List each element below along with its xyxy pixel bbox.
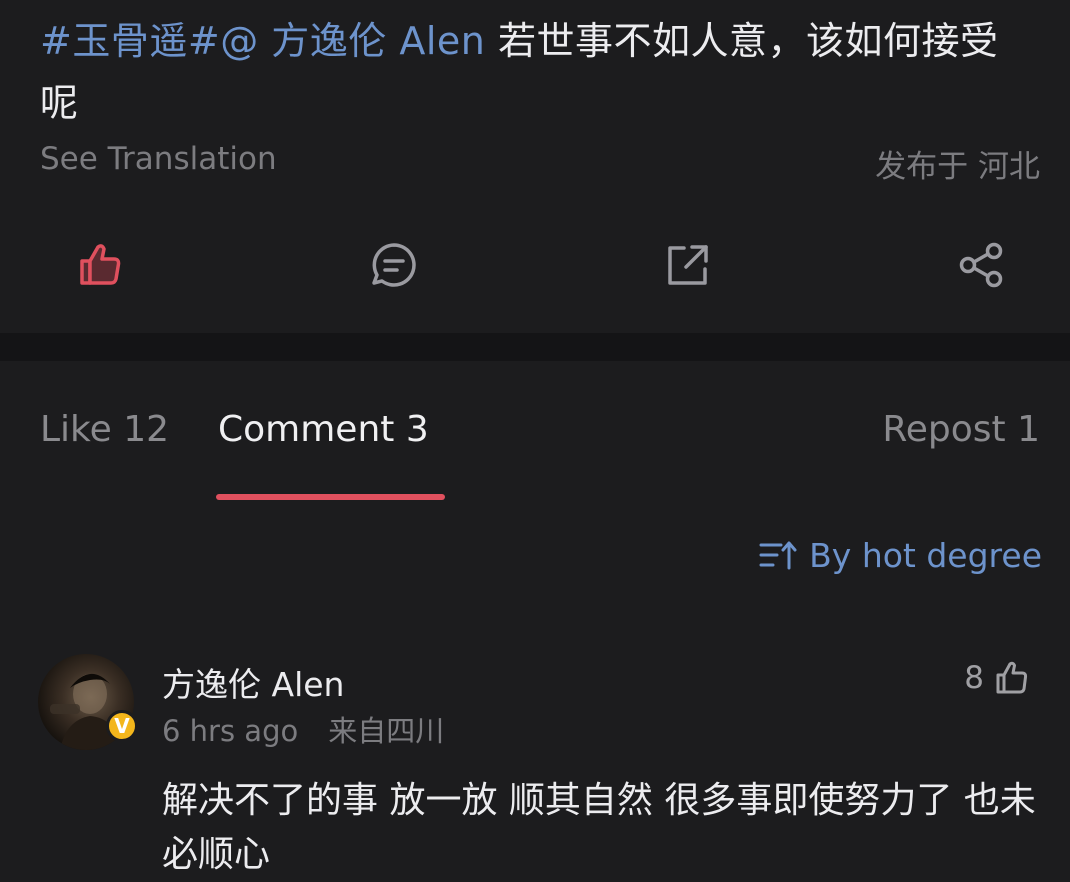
see-translation-link[interactable]: See Translation [40,141,277,177]
post-card: #玉骨遥#@ 方逸伦 Alen 若世事不如人意，该如何接受呢 See Trans… [0,0,1070,333]
comment-text: 解决不了的事 放一放 顺其自然 很多事即使努力了 也未必顺心 [162,780,1036,875]
post-location: 发布于 河北 [875,149,1040,185]
comment-like-count: 8 [964,660,984,696]
post-action-bar [0,225,1070,305]
share-button[interactable] [952,235,1012,295]
repost-button[interactable] [658,235,718,295]
comment-item: 方逸伦 Alen 6 hrs ago 来自四川 8 解决不了的事 放一放 顺其自然… [0,650,1070,882]
like-button[interactable] [70,235,130,295]
share-icon [959,242,1003,288]
section-divider [0,333,1070,361]
comment-meta: 6 hrs ago 来自四川 [162,708,444,750]
sort-label: By hot degree [809,535,1042,575]
interaction-tabs: Like 12 Comment 3 Repost 1 [0,361,1070,501]
comment-icon [372,243,416,287]
tab-repost[interactable]: Repost 1 [882,409,1040,450]
comment-like-button[interactable]: 8 [964,658,1032,698]
mention-link[interactable]: @ 方逸伦 Alen [220,19,485,63]
thumbs-up-icon [80,244,121,285]
commenter-name[interactable]: 方逸伦 Alen [162,658,344,706]
comment-location: 来自四川 [328,714,445,748]
sort-by-hot-button[interactable]: By hot degree [757,534,1042,576]
comment-button[interactable] [364,235,424,295]
repost-icon [668,245,708,285]
tab-comment[interactable]: Comment 3 [218,409,429,450]
topic-link[interactable]: #玉骨遥# [40,19,220,63]
comment-time: 6 hrs ago [162,714,299,748]
active-tab-indicator [216,494,445,500]
verified-badge-icon: V [106,710,138,742]
thumbs-up-icon [996,661,1028,694]
sort-icon [759,541,797,570]
post-text: #玉骨遥#@ 方逸伦 Alen 若世事不如人意，该如何接受呢 [40,10,1030,134]
tab-like[interactable]: Like 12 [40,409,169,450]
